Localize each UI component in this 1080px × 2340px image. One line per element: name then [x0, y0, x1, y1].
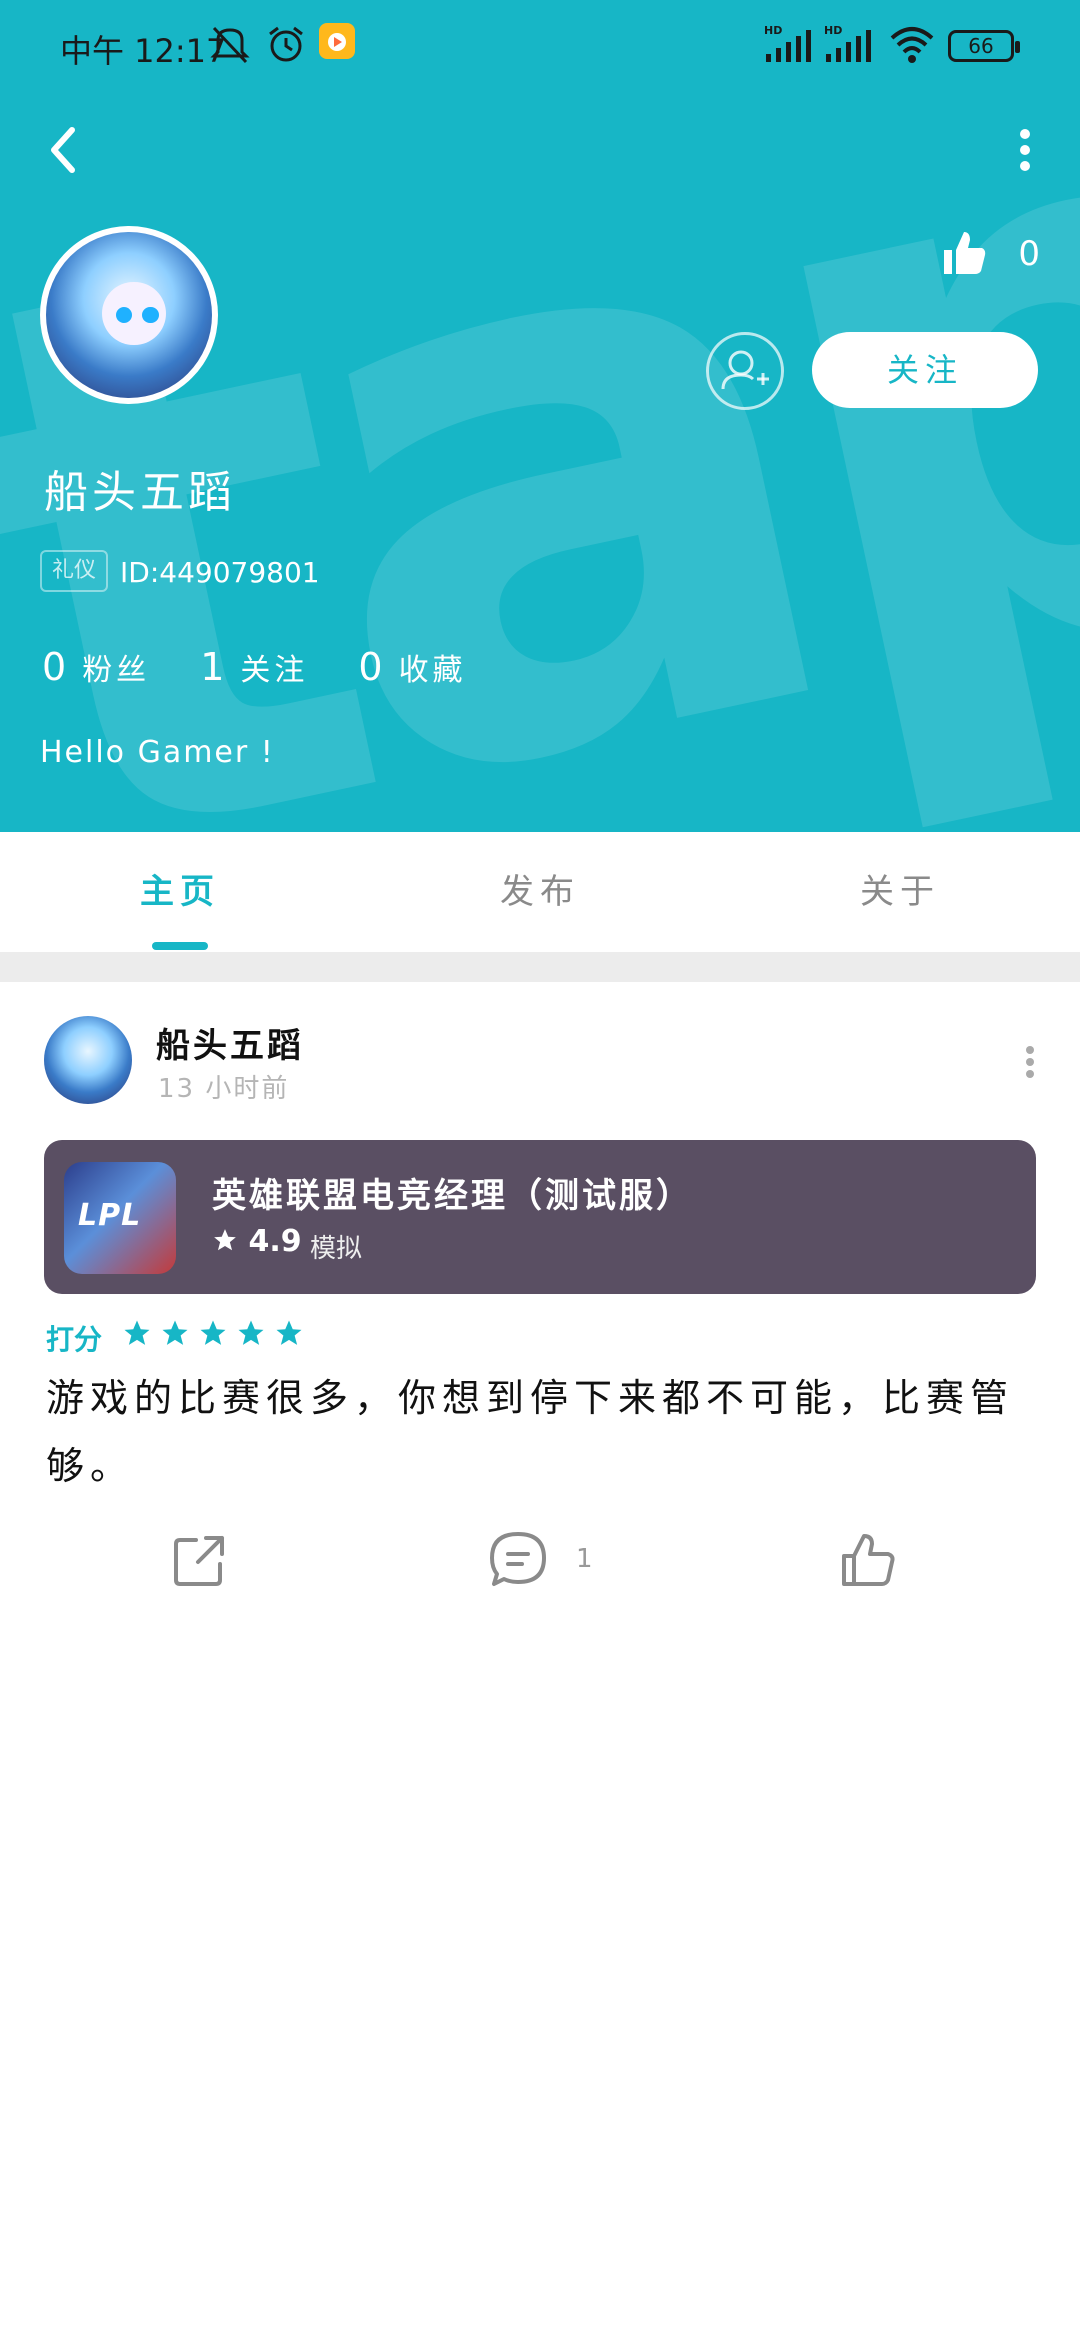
profile-like-button[interactable]: 0	[940, 228, 1040, 278]
game-icon: LPL	[64, 1162, 176, 1274]
score-label: 打分	[46, 1323, 103, 1356]
follow-button[interactable]: 关注	[812, 332, 1038, 408]
rating-stars	[122, 1318, 312, 1348]
section-divider	[0, 952, 1080, 982]
profile-tabs: 主页 发布 关于	[0, 832, 1080, 952]
share-icon	[174, 1536, 224, 1586]
profile-stats: 0 粉丝 1 关注 0 收藏	[42, 645, 517, 689]
thumbs-up-icon	[842, 1534, 895, 1586]
mute-icon	[208, 22, 252, 70]
svg-text:HD: HD	[764, 24, 782, 37]
post-timestamp: 13 小时前	[158, 1074, 290, 1104]
star-icon	[162, 1320, 188, 1345]
following-stat[interactable]: 1 关注	[200, 645, 308, 689]
back-button[interactable]	[40, 120, 88, 180]
game-rating: 4.9	[212, 1224, 302, 1259]
profile-avatar[interactable]	[40, 226, 218, 404]
profile-header: tap 中午 12:17 HD HD 66 0 关注 船头五蹈 礼仪 ID:44…	[0, 0, 1080, 832]
star-icon	[200, 1320, 226, 1345]
comment-button[interactable]: 1	[486, 1528, 593, 1596]
add-friend-button[interactable]	[706, 332, 784, 410]
tab-posts[interactable]: 发布	[360, 832, 720, 952]
more-options-button[interactable]	[1010, 120, 1040, 180]
post-actions: 1	[0, 1528, 1080, 1598]
app-notification-icon	[318, 22, 356, 64]
profile-like-count: 0	[1018, 234, 1040, 274]
user-badge[interactable]: 礼仪	[40, 550, 109, 592]
post-author-avatar[interactable]	[44, 1016, 132, 1104]
star-icon	[214, 1229, 236, 1251]
wifi-icon	[888, 22, 936, 70]
brand-watermark: tap	[0, 0, 1080, 832]
signal-2-icon: HD	[824, 22, 876, 70]
comment-count: 1	[576, 1544, 593, 1574]
followers-stat[interactable]: 0 粉丝	[42, 645, 150, 689]
post-like-button[interactable]	[836, 1528, 900, 1596]
status-time: 中午 12:17	[60, 32, 227, 70]
thumbs-up-icon	[944, 232, 986, 274]
post-author-name[interactable]: 船头五蹈	[156, 1018, 304, 1067]
svg-text:HD: HD	[824, 24, 842, 37]
star-icon	[276, 1320, 302, 1345]
share-button[interactable]	[168, 1528, 232, 1596]
user-id: ID:449079801	[120, 556, 320, 589]
profile-username: 船头五蹈	[44, 467, 236, 518]
add-user-icon	[721, 350, 769, 390]
battery-indicator: 66	[948, 30, 1020, 62]
post-content[interactable]: 游戏的比赛很多，你想到停下来都不可能，比赛管够。	[46, 1364, 1036, 1500]
signal-1-icon: HD	[764, 22, 816, 70]
profile-bio: Hello Gamer !	[40, 735, 275, 770]
game-genre-tag: 模拟	[310, 1234, 363, 1264]
game-title: 英雄联盟电竞经理（测试服）	[212, 1176, 693, 1216]
comment-icon	[490, 1532, 546, 1586]
status-bar: 中午 12:17 HD HD 66	[0, 0, 1080, 90]
game-card[interactable]: LPL 英雄联盟电竞经理（测试服） 4.9 模拟	[44, 1140, 1036, 1294]
tab-about[interactable]: 关于	[720, 832, 1080, 952]
post-more-button[interactable]	[1020, 1042, 1040, 1082]
star-icon	[124, 1320, 150, 1345]
star-icon	[238, 1320, 264, 1345]
favorites-stat[interactable]: 0 收藏	[358, 645, 466, 689]
tab-home[interactable]: 主页	[0, 832, 360, 952]
alarm-icon	[264, 22, 308, 70]
